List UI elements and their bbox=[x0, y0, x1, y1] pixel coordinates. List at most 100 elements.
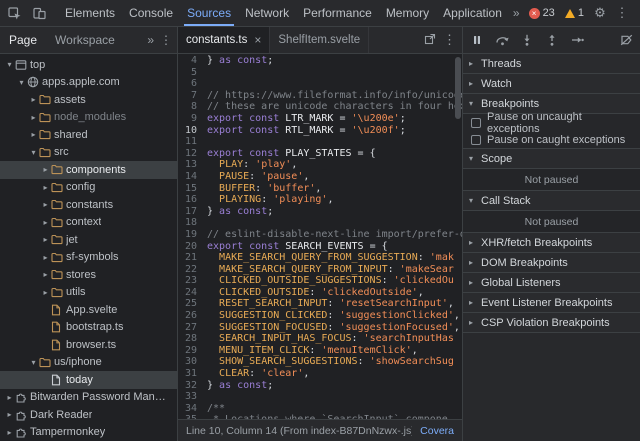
line-number[interactable]: 17 bbox=[178, 206, 197, 218]
more-panels-icon[interactable]: » bbox=[509, 0, 524, 26]
tree-item-stores[interactable]: ▸stores bbox=[0, 266, 177, 284]
chevron-right-icon[interactable]: ▸ bbox=[4, 410, 15, 419]
panel-tab-application[interactable]: Application bbox=[436, 0, 509, 26]
code-line[interactable]: MAKE_SEARCH_QUERY_FROM_SUGGESTION: 'mak bbox=[207, 252, 462, 264]
settings-gear-icon[interactable]: ⚙ bbox=[589, 5, 611, 21]
line-number[interactable]: 35 bbox=[178, 414, 197, 419]
code-line[interactable] bbox=[207, 67, 462, 79]
checkbox-pause-on-caught-exceptions[interactable]: Pause on caught exceptions bbox=[463, 131, 640, 148]
code-line[interactable]: MAKE_SEARCH_QUERY_FROM_INPUT: 'makeSear bbox=[207, 264, 462, 276]
line-number[interactable]: 16 bbox=[178, 194, 197, 206]
open-file-icon[interactable] bbox=[424, 33, 436, 48]
tree-item-app-svelte[interactable]: App.svelte bbox=[0, 301, 177, 319]
line-number[interactable]: 31 bbox=[178, 368, 197, 380]
code-line[interactable]: } as const; bbox=[207, 206, 462, 218]
code-line[interactable]: SUGGESTION_FOCUSED: 'suggestionFocused', bbox=[207, 322, 462, 334]
line-number[interactable]: 22 bbox=[178, 264, 197, 276]
code-editor[interactable]: 4567891011121314151617181920212223242526… bbox=[178, 54, 462, 419]
editor-scrollbar[interactable] bbox=[454, 54, 462, 419]
chevron-right-icon[interactable]: ▸ bbox=[40, 288, 51, 297]
code-line[interactable]: PLAY: 'play', bbox=[207, 159, 462, 171]
step-over-button[interactable] bbox=[494, 32, 510, 48]
tree-item-us-iphone[interactable]: ▾us/iphone bbox=[0, 354, 177, 372]
code-line[interactable]: export const PLAY_STATES = { bbox=[207, 148, 462, 160]
line-number[interactable]: 20 bbox=[178, 241, 197, 253]
navigator-tab-workspace[interactable]: Workspace bbox=[46, 27, 124, 53]
section-header-xhr-fetch-breakpoints[interactable]: ▸XHR/fetch Breakpoints bbox=[463, 233, 640, 253]
close-tab-icon[interactable]: × bbox=[254, 33, 261, 47]
line-number[interactable]: 29 bbox=[178, 345, 197, 357]
code-line[interactable]: CLICKED_OUTSIDE: 'clickedOutside', bbox=[207, 287, 462, 299]
navigator-tab-page[interactable]: Page bbox=[0, 27, 46, 53]
panel-tab-sources[interactable]: Sources bbox=[180, 0, 238, 26]
section-header-event-listener-breakpoints[interactable]: ▸Event Listener Breakpoints bbox=[463, 293, 640, 313]
panel-tab-performance[interactable]: Performance bbox=[296, 0, 379, 26]
code-line[interactable] bbox=[207, 217, 462, 229]
line-number[interactable]: 13 bbox=[178, 159, 197, 171]
section-header-watch[interactable]: ▸Watch bbox=[463, 74, 640, 94]
code-line[interactable]: CLICKED_OUTSIDE_SUGGESTIONS: 'clickedOu bbox=[207, 275, 462, 287]
code-line[interactable] bbox=[207, 391, 462, 403]
chevron-right-icon[interactable]: ▸ bbox=[40, 270, 51, 279]
line-number[interactable]: 18 bbox=[178, 217, 197, 229]
chevron-down-icon[interactable]: ▾ bbox=[28, 358, 39, 367]
tree-item-utils[interactable]: ▸utils bbox=[0, 284, 177, 302]
chevron-down-icon[interactable]: ▾ bbox=[4, 60, 15, 69]
chevron-right-icon[interactable]: ▸ bbox=[40, 165, 51, 174]
line-number[interactable]: 12 bbox=[178, 148, 197, 160]
code-line[interactable]: SEARCH_INPUT_HAS_FOCUS: 'searchInputHas bbox=[207, 333, 462, 345]
tree-item-top[interactable]: ▾top bbox=[0, 56, 177, 74]
editor-menu-icon[interactable]: ⋮ bbox=[443, 32, 456, 48]
line-number[interactable]: 26 bbox=[178, 310, 197, 322]
panel-tab-memory[interactable]: Memory bbox=[379, 0, 436, 26]
tree-item-bitwarden-password-man[interactable]: ▸Bitwarden Password Man… bbox=[0, 389, 177, 407]
line-number[interactable]: 8 bbox=[178, 101, 197, 113]
code-line[interactable] bbox=[207, 136, 462, 148]
chevron-right-icon[interactable]: ▸ bbox=[28, 113, 39, 122]
panel-tab-elements[interactable]: Elements bbox=[58, 0, 122, 26]
tree-item-dark-reader[interactable]: ▸Dark Reader bbox=[0, 406, 177, 424]
code-line[interactable] bbox=[207, 78, 462, 90]
step-button[interactable] bbox=[569, 32, 585, 48]
editor-tab-shelfitem-svelte[interactable]: ShelfItem.svelte bbox=[270, 27, 369, 53]
more-navigator-tabs-icon[interactable]: » bbox=[144, 33, 157, 47]
tree-item-jet[interactable]: ▸jet bbox=[0, 231, 177, 249]
code-line[interactable]: PLAYING: 'playing', bbox=[207, 194, 462, 206]
inspect-element-icon[interactable] bbox=[2, 0, 27, 26]
more-options-icon[interactable]: ⋮ bbox=[611, 5, 633, 21]
line-number[interactable]: 34 bbox=[178, 403, 197, 415]
chevron-right-icon[interactable]: ▸ bbox=[40, 200, 51, 209]
chevron-right-icon[interactable]: ▸ bbox=[40, 253, 51, 262]
line-number[interactable]: 19 bbox=[178, 229, 197, 241]
chevron-right-icon[interactable]: ▸ bbox=[40, 235, 51, 244]
chevron-right-icon[interactable]: ▸ bbox=[40, 183, 51, 192]
line-number[interactable]: 15 bbox=[178, 183, 197, 195]
error-count-badge[interactable]: × 23 bbox=[524, 7, 560, 19]
warning-count-badge[interactable]: 1 bbox=[560, 7, 589, 19]
code-line[interactable]: export const SEARCH_EVENTS = { bbox=[207, 241, 462, 253]
line-number[interactable]: 21 bbox=[178, 252, 197, 264]
code-line[interactable]: PAUSE: 'pause', bbox=[207, 171, 462, 183]
section-header-scope[interactable]: ▾Scope bbox=[463, 149, 640, 169]
line-number[interactable]: 23 bbox=[178, 275, 197, 287]
chevron-right-icon[interactable]: ▸ bbox=[28, 130, 39, 139]
step-out-button[interactable] bbox=[544, 32, 560, 48]
section-header-threads[interactable]: ▸Threads bbox=[463, 54, 640, 74]
tree-item-sf-symbols[interactable]: ▸sf-symbols bbox=[0, 249, 177, 267]
line-number[interactable]: 7 bbox=[178, 90, 197, 102]
code-line[interactable]: export const RTL_MARK = '\u200f'; bbox=[207, 125, 462, 137]
line-number[interactable]: 32 bbox=[178, 380, 197, 392]
chevron-down-icon[interactable]: ▾ bbox=[28, 148, 39, 157]
line-number[interactable]: 5 bbox=[178, 67, 197, 79]
chevron-right-icon[interactable]: ▸ bbox=[4, 393, 15, 402]
editor-tab-constants-ts[interactable]: constants.ts× bbox=[178, 27, 270, 53]
code-line[interactable]: * Locations where `SearchInput` compone bbox=[207, 414, 462, 419]
code-line[interactable]: // these are unicode characters in four … bbox=[207, 101, 462, 113]
section-header-global-listeners[interactable]: ▸Global Listeners bbox=[463, 273, 640, 293]
line-number[interactable]: 6 bbox=[178, 78, 197, 90]
code-line[interactable]: RESET_SEARCH_INPUT: 'resetSearchInput', bbox=[207, 298, 462, 310]
code-content[interactable]: } as const;// https://www.fileformat.inf… bbox=[202, 54, 462, 419]
chevron-right-icon[interactable]: ▸ bbox=[4, 428, 15, 437]
line-number[interactable]: 14 bbox=[178, 171, 197, 183]
scrollbar-thumb[interactable] bbox=[455, 57, 461, 119]
